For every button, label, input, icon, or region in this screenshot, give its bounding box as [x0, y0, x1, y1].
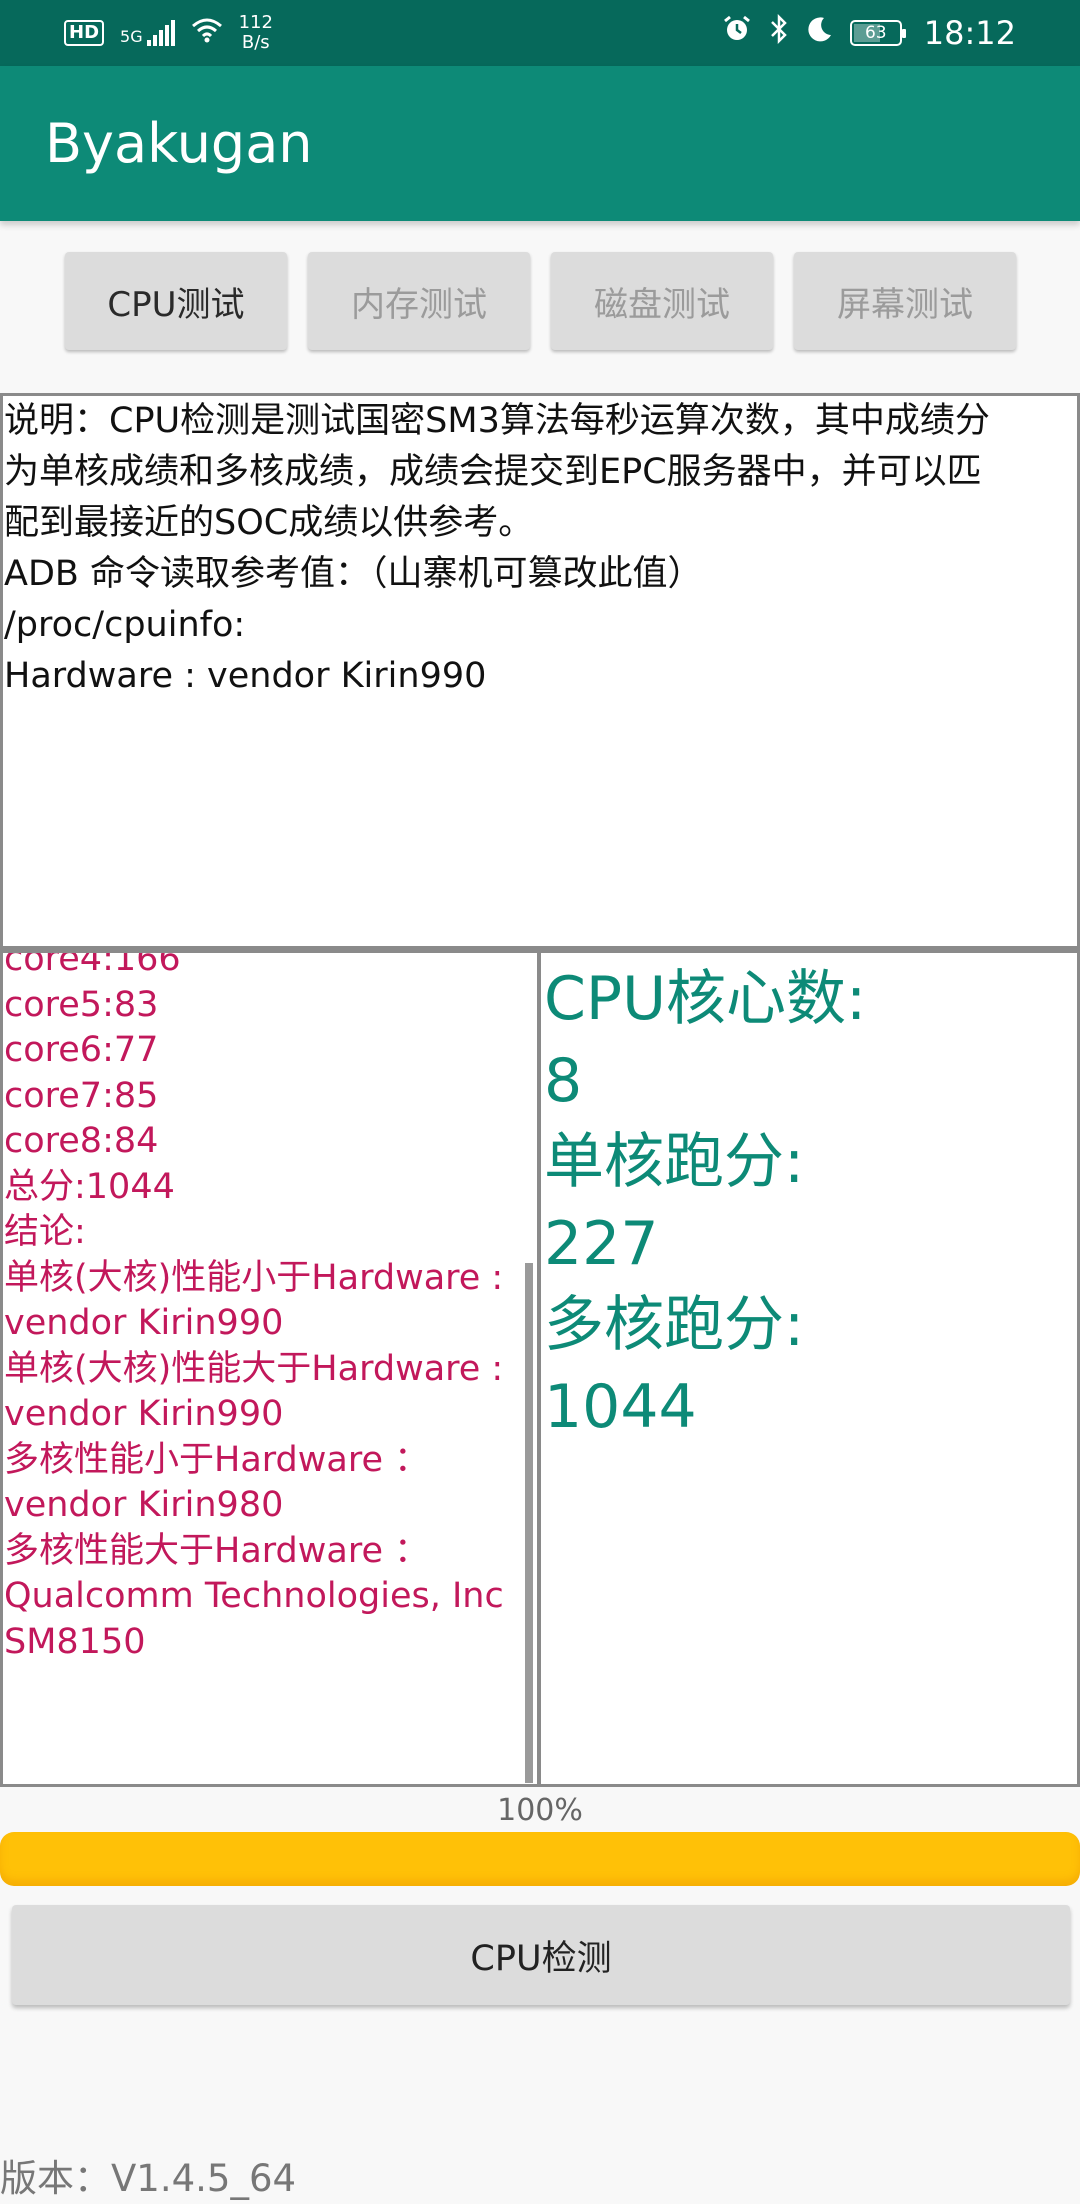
cpu-check-button[interactable]: CPU检测	[12, 1905, 1070, 2005]
description-line: ADB 命令读取参考值：（山寨机可篡改此值）	[4, 554, 703, 594]
clock: 18:12	[923, 14, 1016, 52]
app-bar: Byakugan	[0, 66, 1080, 221]
log-line: 结论:	[4, 1212, 86, 1252]
status-left: HD 5G 112 B/s	[64, 13, 273, 53]
signal-icon	[146, 20, 175, 46]
score-panel: CPU核心数: 8 单核跑分: 227 多核跑分: 1044	[538, 949, 1080, 1787]
wifi-icon	[191, 16, 223, 51]
result-log-panel[interactable]: core4:166 core5:83 core6:77 core7:85 cor…	[0, 949, 540, 1787]
multi-core-value: 1044	[544, 1371, 697, 1442]
moon-icon	[806, 15, 834, 51]
app-title: Byakugan	[45, 112, 313, 175]
description-line: Hardware : vendor Kirin990	[4, 656, 487, 696]
description-line: 配到最接近的SOC成绩以供参考。	[4, 503, 534, 543]
log-line: vendor Kirin980	[4, 1485, 284, 1525]
log-line: 单核(大核)性能大于Hardware :	[4, 1348, 504, 1389]
log-line: vendor Kirin990	[4, 1303, 284, 1343]
log-line: 多核性能大于Hardware ：	[4, 1530, 430, 1571]
description-line: /proc/cpuinfo:	[4, 605, 246, 645]
log-line: 单核(大核)性能小于Hardware :	[4, 1257, 504, 1298]
progress-bar	[0, 1832, 1080, 1886]
log-scrollbar[interactable]	[525, 1263, 533, 1783]
status-bar: HD 5G 112 B/s 63 18:12	[0, 0, 1080, 66]
hd-icon: HD	[64, 20, 105, 46]
description-line: 说明：CPU检测是测试国密SM3算法每秒运算次数，其中成绩分	[4, 401, 990, 441]
multi-core-label: 多核跑分:	[544, 1290, 805, 1360]
net-speed-unit: B/s	[241, 32, 270, 53]
battery-icon: 63	[849, 20, 906, 46]
tab-screen-test[interactable]: 屏幕测试	[794, 252, 1016, 350]
cores-label: CPU核心数:	[544, 964, 867, 1034]
description-box: 说明：CPU检测是测试国密SM3算法每秒运算次数，其中成绩分 为单核成绩和多核成…	[0, 393, 1080, 949]
net-speed: 112 B/s	[239, 13, 273, 53]
log-line: vendor Kirin990	[4, 1394, 284, 1434]
result-log: core4:166 core5:83 core6:77 core7:85 cor…	[4, 949, 523, 1665]
tab-disk-test[interactable]: 磁盘测试	[551, 252, 773, 350]
tab-cpu-test[interactable]: CPU测试	[65, 252, 287, 350]
bluetooth-icon	[768, 13, 790, 52]
single-core-label: 单核跑分:	[544, 1127, 805, 1197]
net-speed-value: 112	[238, 12, 273, 33]
description-line: 为单核成绩和多核成绩，成绩会提交到EPC服务器中，并可以匹	[4, 452, 982, 492]
battery-level: 63	[864, 23, 887, 43]
single-core-value: 227	[544, 1208, 659, 1279]
log-line: core4:166	[4, 949, 181, 979]
log-line: SM8150	[4, 1621, 146, 1662]
log-line: 总分:1044	[4, 1166, 175, 1207]
log-line: core7:85	[4, 1075, 159, 1116]
version-label: 版本：V1.4.5_64	[0, 2157, 297, 2200]
network-type: 5G	[120, 27, 143, 46]
progress-label: 100%	[497, 1793, 583, 1828]
cores-value: 8	[544, 1045, 583, 1116]
log-line: Qualcomm Technologies, Inc	[4, 1576, 504, 1616]
alarm-icon	[722, 14, 752, 52]
tab-bar: CPU测试 内存测试 磁盘测试 屏幕测试	[0, 252, 1080, 352]
status-right: 63 18:12	[722, 13, 1016, 52]
progress-fill	[0, 1832, 1080, 1886]
log-line: 多核性能小于Hardware ：	[4, 1439, 430, 1480]
log-line: core5:83	[4, 984, 159, 1025]
score-stats: CPU核心数: 8 单核跑分: 227 多核跑分: 1044	[544, 959, 866, 1448]
log-line: core8:84	[4, 1121, 159, 1161]
log-line: core6:77	[4, 1030, 159, 1070]
tab-memory-test[interactable]: 内存测试	[308, 252, 530, 350]
